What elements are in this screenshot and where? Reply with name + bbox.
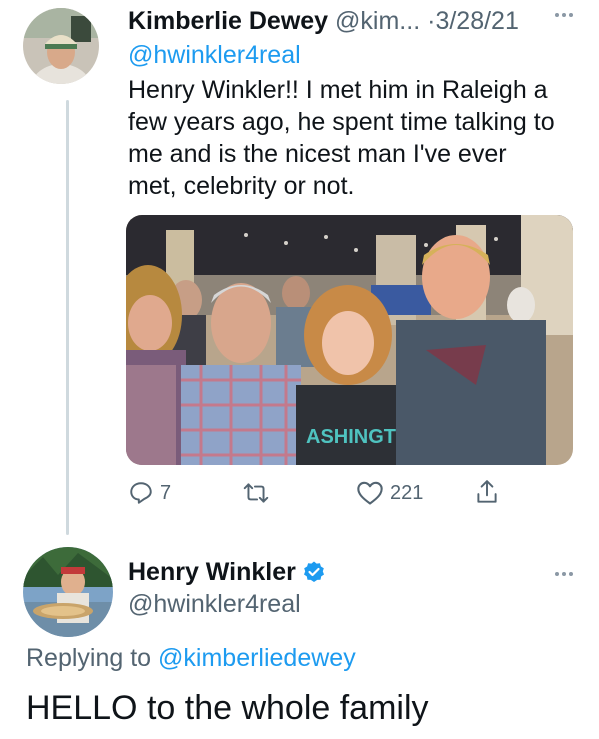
- thread-connector-line: [66, 100, 69, 535]
- tweet2-author-handle[interactable]: @hwinkler4real: [128, 589, 301, 619]
- share-button[interactable]: [474, 478, 500, 506]
- reply-button[interactable]: 7: [128, 480, 171, 506]
- replying-to-link[interactable]: @kimberliedewey: [158, 644, 356, 672]
- tweet1-mention-link[interactable]: @hwinkler4real: [128, 40, 301, 70]
- tweet1-photo[interactable]: ASHINGT: [126, 215, 573, 465]
- tweet2-more-icon[interactable]: [553, 563, 575, 590]
- tweet1-text-line: me and is the nicest man I've ever: [128, 140, 507, 168]
- reply-count: 7: [160, 481, 172, 504]
- verified-badge-icon: [303, 561, 324, 582]
- retweet-icon: [243, 483, 269, 503]
- tweet1-author-name[interactable]: Kimberlie Dewey: [128, 7, 328, 35]
- replying-to-line: Replying to @kimberliedewey: [26, 643, 356, 673]
- reply-icon: [130, 482, 152, 504]
- kimberlie-avatar[interactable]: [23, 8, 99, 84]
- tweet1-author-handle[interactable]: @kim...: [335, 7, 420, 35]
- tweet1-date[interactable]: 3/28/21: [435, 7, 518, 35]
- share-icon: [477, 480, 497, 503]
- tweet2-author-row: Henry Winkler: [128, 557, 326, 587]
- like-count: 221: [390, 481, 424, 504]
- tweet1-more-icon[interactable]: [553, 4, 575, 31]
- like-button[interactable]: 221: [356, 480, 423, 506]
- tweet1-text-line: met, celebrity or not.: [128, 172, 355, 200]
- tweet2-author-name[interactable]: Henry Winkler: [128, 557, 296, 587]
- heart-icon: [357, 481, 383, 505]
- tweet1-text: Henry Winkler!! I met him in Raleigh a f…: [128, 74, 583, 202]
- replying-prefix: Replying to: [26, 644, 159, 672]
- photo-shirt-text: ASHINGT: [306, 426, 396, 448]
- tweet1-header: Kimberlie Dewey @kim... ·3/28/21: [128, 6, 519, 36]
- tweet1-text-line: few years ago, he spent time talking to: [128, 108, 555, 136]
- tweet2-text: HELLO to the whole family: [26, 689, 429, 727]
- tweet1-text-line: Henry Winkler!! I met him in Raleigh a: [128, 76, 548, 104]
- retweet-button[interactable]: [242, 480, 276, 506]
- henry-winkler-avatar[interactable]: [23, 547, 113, 637]
